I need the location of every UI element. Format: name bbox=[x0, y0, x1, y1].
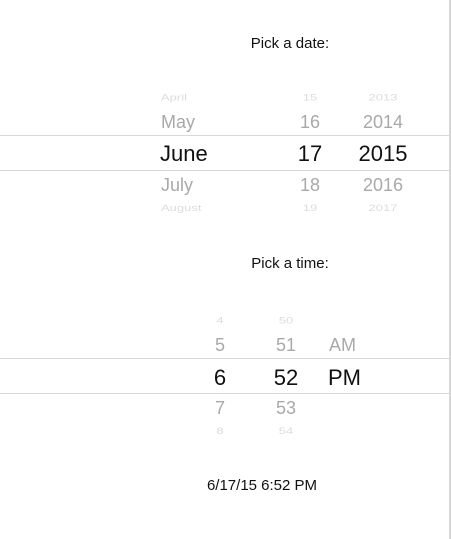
hour-option[interactable]: 4 bbox=[205, 316, 235, 325]
hour-option-selected[interactable]: 6 bbox=[205, 367, 235, 389]
hour-option[interactable]: 5 bbox=[205, 336, 235, 354]
period-option[interactable]: AM bbox=[329, 336, 356, 354]
minute-option[interactable]: 53 bbox=[266, 399, 306, 417]
period-option-selected[interactable]: PM bbox=[328, 367, 361, 389]
minute-option[interactable]: 51 bbox=[266, 336, 306, 354]
selected-datetime-text: 6/17/15 6:52 PM bbox=[206, 477, 318, 494]
time-picker[interactable]: 4 5 6 7 8 50 51 52 53 54 AM PM bbox=[0, 0, 449, 450]
hour-option[interactable]: 7 bbox=[205, 399, 235, 417]
minute-option-selected[interactable]: 52 bbox=[266, 367, 306, 389]
hour-option[interactable]: 8 bbox=[205, 426, 235, 435]
time-selection-bottom-line bbox=[0, 393, 449, 394]
minute-option[interactable]: 50 bbox=[266, 316, 306, 325]
time-selection-top-line bbox=[0, 358, 449, 359]
minute-option[interactable]: 54 bbox=[266, 426, 306, 435]
